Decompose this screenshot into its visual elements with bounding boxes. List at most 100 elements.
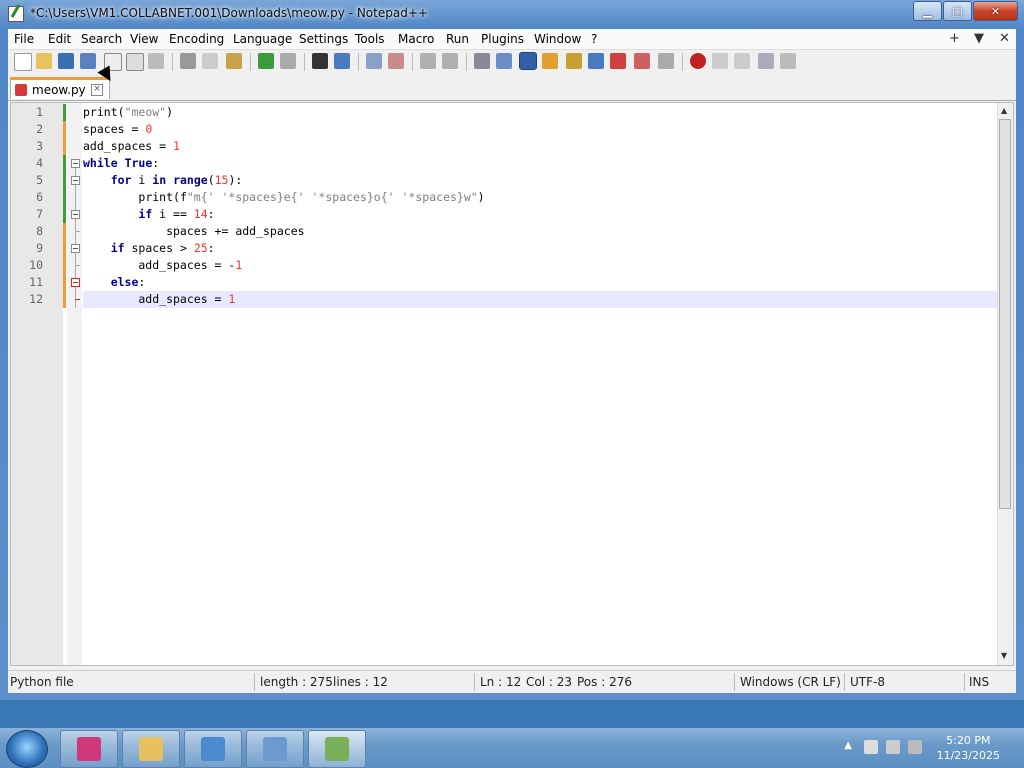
title-bar[interactable]: *C:\Users\VM1.COLLABNET.001\Downloads\me… (0, 0, 1024, 28)
doc-map-icon[interactable] (566, 53, 582, 69)
status-length: length : 275 (260, 675, 333, 689)
maximize-button[interactable]: □ (943, 1, 972, 21)
new-tab-icon[interactable]: + (949, 31, 960, 46)
eye-icon[interactable] (658, 53, 674, 69)
fold-toggle-icon[interactable] (71, 244, 80, 253)
code-line: for i in range(15): (110, 173, 243, 187)
status-lines: lines : 12 (333, 675, 388, 689)
code-line: spaces = 0 (83, 122, 153, 136)
find-icon[interactable] (312, 53, 328, 69)
code-editor[interactable]: 1 2 3 4 5 6 7 8 9 10 11 12 print("meow")… (10, 102, 1014, 666)
record-macro-icon[interactable] (690, 53, 706, 69)
play-macro-icon[interactable] (734, 53, 750, 69)
toolbar-separator (466, 53, 467, 71)
menu-language[interactable]: Language (233, 32, 292, 46)
show-hidden-icons-icon[interactable]: ▲ (844, 740, 852, 751)
cut-icon[interactable] (180, 53, 196, 69)
code-line: add_spaces = -1 (83, 258, 243, 272)
toolbar-separator (412, 53, 413, 71)
menu-file[interactable]: File (14, 32, 34, 46)
folder-icon (139, 737, 163, 761)
saved-change-mark (63, 104, 66, 121)
code-line: print(f"m{' '*spaces}e{' '*spaces}o{' '*… (138, 190, 485, 204)
run-macro-multiple-icon[interactable] (758, 53, 774, 69)
vertical-scrollbar[interactable]: ▲ ▼ (997, 103, 1013, 665)
show-all-chars-icon[interactable] (496, 53, 512, 69)
replace-icon[interactable] (334, 53, 350, 69)
tab-label: meow.py (32, 83, 86, 97)
scroll-down-icon[interactable]: ▼ (1001, 651, 1007, 660)
app-icon (77, 737, 101, 761)
sync-horizontal-icon[interactable] (442, 53, 458, 69)
fold-line (75, 168, 76, 308)
stop-macro-icon[interactable] (712, 53, 728, 69)
close-button[interactable]: ✕ (973, 1, 1018, 21)
tab-meow-py[interactable]: meow.py × (10, 77, 110, 99)
menu-search[interactable]: Search (81, 32, 122, 46)
close-all-icon[interactable] (126, 53, 144, 71)
folder-workspace-icon[interactable] (610, 53, 626, 69)
save-icon[interactable] (58, 53, 74, 69)
fold-toggle-icon[interactable] (71, 210, 80, 219)
menu-tools[interactable]: Tools (355, 32, 385, 46)
fold-toggle-icon[interactable] (71, 278, 80, 287)
taskbar-explorer[interactable] (122, 730, 180, 768)
menu-macro[interactable]: Macro (398, 32, 434, 46)
scroll-thumb[interactable] (999, 119, 1011, 509)
menu-settings[interactable]: Settings (299, 32, 348, 46)
new-file-icon[interactable] (14, 53, 32, 71)
undo-icon[interactable] (258, 53, 274, 69)
volume-muted-icon[interactable] (908, 740, 922, 754)
udl-icon[interactable] (542, 53, 558, 69)
paste-icon[interactable] (226, 53, 242, 69)
menu-help[interactable]: ? (591, 32, 597, 46)
tab-close-icon[interactable]: × (91, 84, 103, 96)
copy-icon[interactable] (202, 53, 218, 69)
scroll-up-icon[interactable]: ▲ (1001, 106, 1007, 115)
action-center-icon[interactable] (864, 740, 878, 754)
save-all-icon[interactable] (80, 53, 96, 69)
minimize-button[interactable]: ▁ (913, 1, 942, 21)
fold-toggle-icon[interactable] (71, 159, 80, 168)
menu-encoding[interactable]: Encoding (169, 32, 224, 46)
tab-list-icon[interactable]: ▼ (974, 31, 984, 46)
status-pos: Pos : 276 (577, 675, 632, 689)
menu-plugins[interactable]: Plugins (481, 32, 524, 46)
taskbar-network[interactable] (246, 730, 304, 768)
save-macro-icon[interactable] (780, 53, 796, 69)
open-file-icon[interactable] (36, 53, 52, 69)
zoom-in-icon[interactable] (366, 53, 382, 69)
taskbar-app-1[interactable] (60, 730, 118, 768)
status-separator (964, 673, 965, 691)
status-separator (474, 673, 475, 691)
fold-end-tick (75, 299, 80, 300)
fold-toggle-icon[interactable] (71, 176, 80, 185)
menu-view[interactable]: View (130, 32, 158, 46)
network-tray-icon[interactable] (886, 740, 900, 754)
menu-window[interactable]: Window (534, 32, 581, 46)
print-icon[interactable] (148, 53, 164, 69)
clock-date: 11/23/2025 (936, 749, 1000, 762)
word-wrap-icon[interactable] (474, 53, 490, 69)
caption-buttons: ▁ □ ✕ (912, 1, 1018, 21)
taskbar-python[interactable] (184, 730, 242, 768)
close-doc-icon[interactable]: ✕ (999, 31, 1010, 46)
code-line: if i == 14: (138, 207, 215, 221)
python-icon (201, 737, 225, 761)
clock[interactable]: 5:20 PM 11/23/2025 (937, 733, 1000, 763)
menu-edit[interactable]: Edit (48, 32, 71, 46)
notepad-window: *C:\Users\VM1.COLLABNET.001\Downloads\me… (0, 0, 1024, 700)
line-number: 1 (36, 105, 43, 119)
monitoring-icon[interactable] (634, 53, 650, 69)
status-col: Col : 23 (526, 675, 572, 689)
indent-guide-icon[interactable] (519, 52, 537, 70)
function-list-icon[interactable] (588, 53, 604, 69)
redo-icon[interactable] (280, 53, 296, 69)
taskbar-notepadpp[interactable] (308, 730, 366, 768)
menu-run[interactable]: Run (446, 32, 469, 46)
zoom-out-icon[interactable] (388, 53, 404, 69)
line-number: 7 (36, 207, 43, 221)
sync-vertical-icon[interactable] (420, 53, 436, 69)
start-button-icon[interactable] (6, 730, 48, 768)
clock-time: 5:20 PM (946, 734, 991, 747)
